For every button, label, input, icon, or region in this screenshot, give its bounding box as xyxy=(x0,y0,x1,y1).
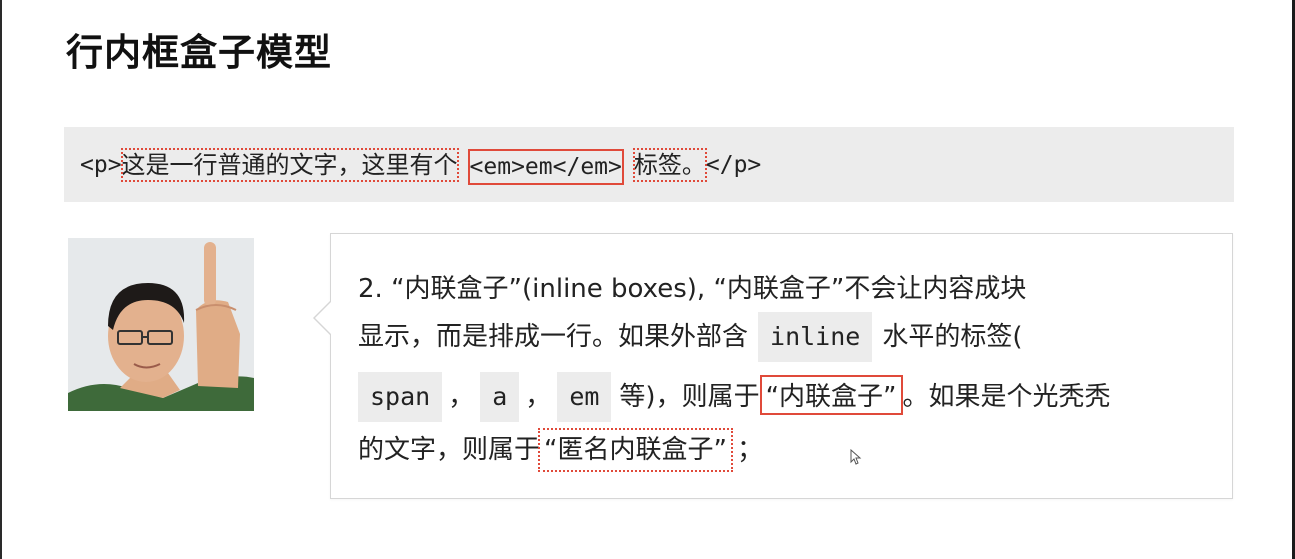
line4-after: ； xyxy=(736,435,763,465)
mouse-pointer-icon xyxy=(850,449,862,465)
slide-title: 行内框盒子模型 xyxy=(66,31,332,74)
line4-text: 的文字，则属于 xyxy=(358,435,541,465)
close-tag: </p> xyxy=(705,152,762,178)
anonymous-inline-text-before: 这是一行普通的文字，这里有个 xyxy=(120,148,459,182)
explanation-line-4: 的文字，则属于 “匿名内联盒子”； xyxy=(358,425,763,475)
code-chip-em: em xyxy=(557,372,612,422)
explanation-line-1: 2. “内联盒子”(inline boxes), “内联盒子”不会让内容成块 xyxy=(358,264,1026,314)
presenter-photo xyxy=(68,238,254,411)
line1-text: 2. “内联盒子”(inline boxes), “内联盒子”不会让内容成块 xyxy=(358,274,1027,304)
anonymous-inline-box-highlight: “匿名内联盒子” xyxy=(538,428,733,472)
em-inline-box: <em>em</em> xyxy=(467,149,624,185)
separator: ， xyxy=(525,382,552,412)
separator: ， xyxy=(448,382,475,412)
code-chip-span: span xyxy=(358,372,443,422)
explanation-line-2: 显示，而是排成一行。如果外部含 inline 水平的标签( xyxy=(358,312,1022,362)
slide-left-edge xyxy=(0,0,2,559)
bubble-tail xyxy=(315,301,332,335)
line2-text: 显示，而是排成一行。如果外部含 xyxy=(358,322,749,352)
explanation-line-3: span， a， em 等)，则属于 “内联盒子” 。如果是个光秃秃 xyxy=(358,372,1111,422)
line2-after: 水平的标签( xyxy=(882,322,1023,352)
open-tag: <p> xyxy=(80,152,122,178)
line3-text: 等)，则属于 xyxy=(619,382,760,412)
code-chip-a: a xyxy=(480,372,520,422)
code-example-line: <p>这是一行普通的文字，这里有个 <em>em</em> 标签。</p> xyxy=(80,148,762,185)
anonymous-inline-text-after: 标签。 xyxy=(632,148,707,182)
code-chip-inline: inline xyxy=(758,312,873,362)
line3-after: 。如果是个光秃秃 xyxy=(902,382,1111,412)
inline-box-highlight: “内联盒子” xyxy=(759,375,903,415)
